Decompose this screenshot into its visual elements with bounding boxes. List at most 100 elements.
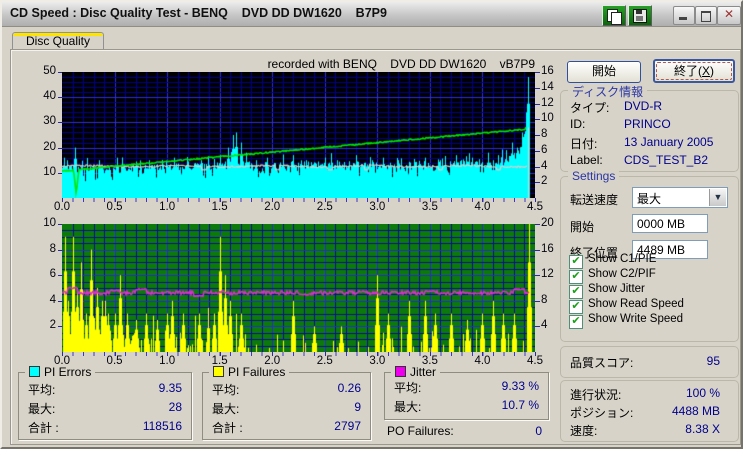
checkmark-icon: ✔: [569, 270, 583, 284]
jitter-legend-swatch: [395, 366, 406, 377]
axis-label: 2.5: [316, 201, 333, 213]
axis-tick: [535, 198, 536, 202]
axis-label: 3.5: [421, 201, 438, 213]
po-failures-label: PO Failures:: [387, 424, 454, 438]
axis-tick: [535, 150, 540, 152]
axis-label: 1.5: [211, 201, 228, 213]
axis-label: 2.0: [264, 201, 281, 213]
disc-id-value: PRINCO: [624, 117, 671, 131]
save-button[interactable]: [628, 5, 652, 26]
axis-tick: [535, 135, 540, 136]
settings-group: Settings 転送速度 最大 ▼ 開始 0000 MB 終了位置 4489 …: [560, 169, 739, 342]
axis-tick: [535, 275, 540, 277]
speed-value: 8.38 X: [685, 422, 720, 436]
quality-score-value: 95: [706, 354, 720, 368]
po-failures-value: 0: [535, 424, 542, 438]
start-button[interactable]: 開始: [567, 61, 641, 83]
axis-tick: [377, 198, 379, 202]
chevron-down-icon[interactable]: ▼: [709, 189, 726, 206]
minimize-button[interactable]: [673, 6, 695, 25]
avg-label: 平均:: [28, 383, 56, 397]
close-icon: ✕: [723, 7, 735, 21]
total-label: 合計 :: [212, 421, 243, 435]
settings-title: Settings: [568, 169, 620, 183]
checkmark-icon: ✔: [569, 285, 583, 299]
axis-label: 3.0: [369, 355, 386, 367]
window-title: CD Speed : Disc Quality Test - BENQ DVD …: [10, 6, 387, 20]
axis-tick: [58, 326, 62, 328]
avg-label: 平均:: [212, 383, 240, 397]
checkmark-icon: ✔: [569, 300, 583, 314]
axis-tick: [377, 352, 379, 356]
maximize-button[interactable]: [695, 6, 717, 25]
max-value: 9: [354, 400, 361, 414]
axis-tick: [482, 198, 484, 202]
exit-button[interactable]: 終了(X): [653, 59, 735, 83]
axis-label: 4.0: [474, 355, 491, 367]
checkbox-show-read-speed[interactable]: ✔ Show Read Speed: [569, 298, 684, 314]
pi-failures-chart: [62, 224, 535, 352]
axis-tick: [482, 352, 484, 356]
axis-tick: [272, 198, 274, 202]
progress-label: 進行状況:: [570, 388, 622, 402]
max-label: 最大:: [212, 402, 240, 416]
axis-tick: [167, 352, 169, 356]
pi-failures-title: PI Failures: [228, 365, 286, 379]
total-value: 118516: [142, 419, 182, 433]
maximize-icon: [701, 11, 711, 22]
disc-type-value: DVD-R: [624, 99, 662, 113]
checkbox-show-jitter[interactable]: ✔ Show Jitter: [569, 283, 645, 299]
disc-date-value: 13 January 2005: [624, 135, 714, 149]
axis-tick: [219, 198, 221, 202]
avg-label: 平均:: [394, 381, 422, 395]
checkbox-show-c1-pie[interactable]: ✔ Show C1/PIE: [569, 253, 656, 269]
chart-header: recorded with BENQ DVD DD DW1620 vB7P9: [267, 57, 535, 71]
avg-value: 9.33 %: [501, 379, 539, 393]
axis-tick: [429, 352, 431, 356]
disc-info-group: ディスク情報 タイプ: DVD-R ID: PRINCO 日付: 13 January…: [560, 83, 739, 172]
checkbox-show-write-speed[interactable]: ✔ Show Write Speed: [569, 313, 683, 329]
axis-tick: [272, 352, 274, 356]
speed-value-label: 速度:: [570, 424, 598, 438]
speed-combobox[interactable]: 最大 ▼: [632, 187, 728, 208]
axis-label: 50: [43, 65, 56, 77]
axis-tick: [58, 300, 62, 302]
axis-tick: [535, 87, 540, 89]
axis-tick: [429, 198, 431, 202]
position-value: 4488 MB: [671, 404, 720, 418]
x-axis-ticks: [62, 352, 536, 356]
axis-label: 4.5: [527, 201, 543, 213]
axis-tick: [535, 166, 540, 168]
close-button[interactable]: ✕: [717, 6, 741, 25]
axis-tick: [535, 352, 536, 356]
max-label: 最大:: [394, 400, 422, 414]
axis-tick: [219, 352, 221, 356]
pi-errors-title: PI Errors: [44, 365, 92, 379]
axis-label: 40: [43, 90, 56, 103]
max-label: 最大:: [28, 402, 56, 416]
axis-label: 2: [49, 319, 56, 332]
total-label: 合計 :: [28, 421, 59, 435]
axis-label: 0.5: [106, 201, 123, 213]
axis-tick: [58, 147, 62, 149]
disc-type-label: タイプ:: [570, 101, 610, 115]
avg-value: 9.35: [158, 381, 182, 395]
axis-label: 6: [49, 268, 56, 281]
axis-tick: [58, 249, 62, 251]
disc-info-title: ディスク情報: [568, 83, 648, 100]
start-position-field[interactable]: 0000 MB: [632, 214, 708, 233]
axis-tick: [62, 198, 63, 202]
x-axis-ticks: [62, 198, 536, 202]
axis-label: 20: [43, 140, 56, 153]
copy-to-clipboard-button[interactable]: [602, 5, 626, 26]
axis-tick: [535, 72, 540, 73]
checkmark-icon: ✔: [569, 255, 583, 269]
axis-label: 1.0: [159, 355, 176, 367]
axis-tick: [535, 300, 540, 302]
tab-label: Disc Quality: [25, 34, 90, 48]
axis-tick: [58, 172, 62, 174]
checkbox-show-c2-pif[interactable]: ✔ Show C2/PIF: [569, 268, 656, 284]
axis-label: 4.0: [474, 201, 491, 213]
disc-label-value: CDS_TEST_B2: [624, 153, 709, 167]
axis-tick: [114, 352, 116, 356]
